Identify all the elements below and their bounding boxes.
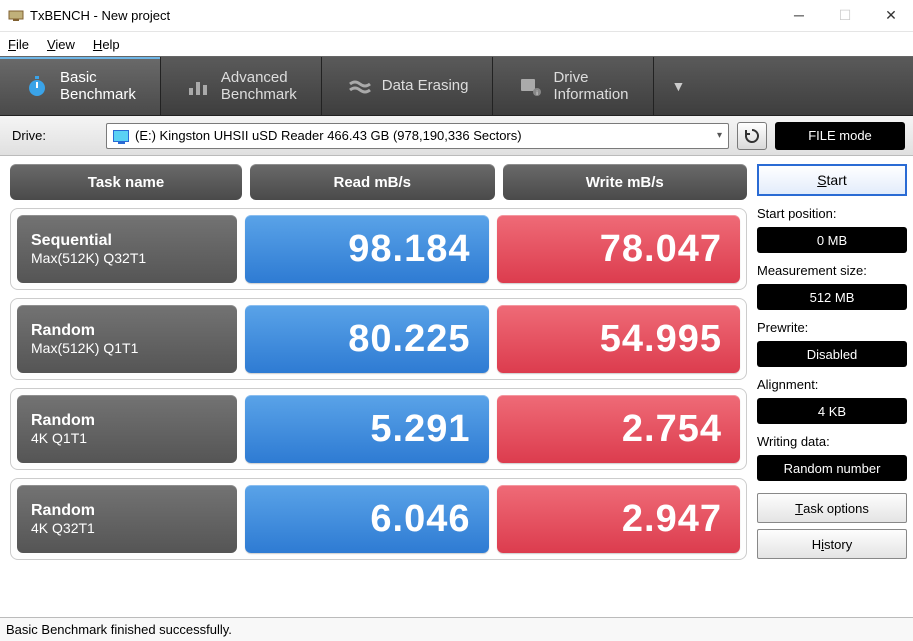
write-value: 78.047 — [497, 215, 741, 283]
tab-basic-benchmark[interactable]: Basic Benchmark — [0, 57, 161, 115]
reload-button[interactable] — [737, 122, 767, 150]
maximize-button[interactable]: ☐ — [831, 7, 859, 24]
content-area: Task name Read mB/s Write mB/s Sequentia… — [0, 156, 913, 617]
write-value: 2.947 — [497, 485, 741, 553]
minimize-button[interactable]: ─ — [785, 7, 813, 24]
result-row: Sequential Max(512K) Q32T1 98.184 78.047 — [10, 208, 747, 290]
title-bar: TxBENCH - New project ─ ☐ ✕ — [0, 0, 913, 32]
window-title: TxBENCH - New project — [30, 8, 785, 23]
drive-select[interactable]: (E:) Kingston UHSII uSD Reader 466.43 GB… — [106, 123, 729, 149]
tab-advanced-benchmark[interactable]: Advanced Benchmark — [161, 57, 322, 115]
history-button[interactable]: History — [757, 529, 907, 559]
drive-label: Drive: — [8, 128, 98, 143]
result-row: Random 4K Q1T1 5.291 2.754 — [10, 388, 747, 470]
monitor-icon — [113, 130, 129, 142]
bars-icon — [185, 73, 211, 99]
task-cell: Random 4K Q1T1 — [17, 395, 237, 463]
tab-overflow-button[interactable]: ▼ — [654, 57, 704, 115]
write-value: 54.995 — [497, 305, 741, 373]
task-line1: Sequential — [31, 232, 223, 250]
drive-info-icon: i — [517, 73, 543, 99]
task-line2: Max(512K) Q32T1 — [31, 250, 223, 266]
tab-label: Data Erasing — [382, 77, 469, 94]
read-value: 5.291 — [245, 395, 489, 463]
start-button[interactable]: SStarttart — [757, 164, 907, 196]
task-line2: 4K Q1T1 — [31, 430, 223, 446]
write-value: 2.754 — [497, 395, 741, 463]
task-line1: Random — [31, 322, 223, 340]
results-panel: Task name Read mB/s Write mB/s Sequentia… — [10, 164, 747, 613]
drive-selected-text: (E:) Kingston UHSII uSD Reader 466.43 GB… — [135, 128, 522, 143]
writing-data-value[interactable]: Random number — [757, 455, 907, 481]
task-line2: Max(512K) Q1T1 — [31, 340, 223, 356]
read-value: 6.046 — [245, 485, 489, 553]
svg-text:i: i — [537, 91, 538, 97]
header-read: Read mB/s — [250, 164, 495, 200]
read-value: 98.184 — [245, 215, 489, 283]
file-mode-button[interactable]: FILE mode — [775, 122, 905, 150]
read-value: 80.225 — [245, 305, 489, 373]
prewrite-label: Prewrite: — [757, 320, 907, 335]
close-button[interactable]: ✕ — [877, 7, 905, 24]
start-position-label: Start position: — [757, 206, 907, 221]
tab-strip: Basic Benchmark Advanced Benchmark Data … — [0, 56, 913, 116]
menu-file[interactable]: File — [8, 37, 29, 52]
alignment-value[interactable]: 4 KB — [757, 398, 907, 424]
task-cell: Sequential Max(512K) Q32T1 — [17, 215, 237, 283]
menu-view[interactable]: View — [47, 37, 75, 52]
measurement-size-label: Measurement size: — [757, 263, 907, 278]
side-panel: SStarttart Start position: 0 MB Measurem… — [757, 164, 907, 613]
drive-bar: Drive: (E:) Kingston UHSII uSD Reader 46… — [0, 116, 913, 156]
task-cell: Random Max(512K) Q1T1 — [17, 305, 237, 373]
header-write: Write mB/s — [503, 164, 748, 200]
menu-help[interactable]: Help — [93, 37, 120, 52]
tab-label: Basic Benchmark — [60, 69, 136, 104]
tab-data-erasing[interactable]: Data Erasing — [322, 57, 494, 115]
result-row: Random Max(512K) Q1T1 80.225 54.995 — [10, 298, 747, 380]
reload-icon — [744, 128, 760, 144]
header-task: Task name — [10, 164, 242, 200]
stopwatch-icon — [24, 73, 50, 99]
task-line1: Random — [31, 502, 223, 520]
chevron-down-icon: ▾ — [717, 130, 722, 141]
task-cell: Random 4K Q32T1 — [17, 485, 237, 553]
tab-label: Advanced Benchmark — [221, 69, 297, 104]
status-text: Basic Benchmark finished successfully. — [6, 622, 232, 637]
result-row: Random 4K Q32T1 6.046 2.947 — [10, 478, 747, 560]
erase-icon — [346, 73, 372, 99]
tab-label: Drive Information — [553, 69, 628, 104]
measurement-size-value[interactable]: 512 MB — [757, 284, 907, 310]
menu-bar: File View Help — [0, 32, 913, 56]
task-options-button[interactable]: Task options — [757, 493, 907, 523]
status-bar: Basic Benchmark finished successfully. — [0, 617, 913, 641]
task-line1: Random — [31, 412, 223, 430]
app-icon — [8, 8, 24, 24]
alignment-label: Alignment: — [757, 377, 907, 392]
column-headers: Task name Read mB/s Write mB/s — [10, 164, 747, 200]
tab-drive-information[interactable]: i Drive Information — [493, 57, 653, 115]
writing-data-label: Writing data: — [757, 434, 907, 449]
start-position-value[interactable]: 0 MB — [757, 227, 907, 253]
prewrite-value[interactable]: Disabled — [757, 341, 907, 367]
task-line2: 4K Q32T1 — [31, 520, 223, 536]
